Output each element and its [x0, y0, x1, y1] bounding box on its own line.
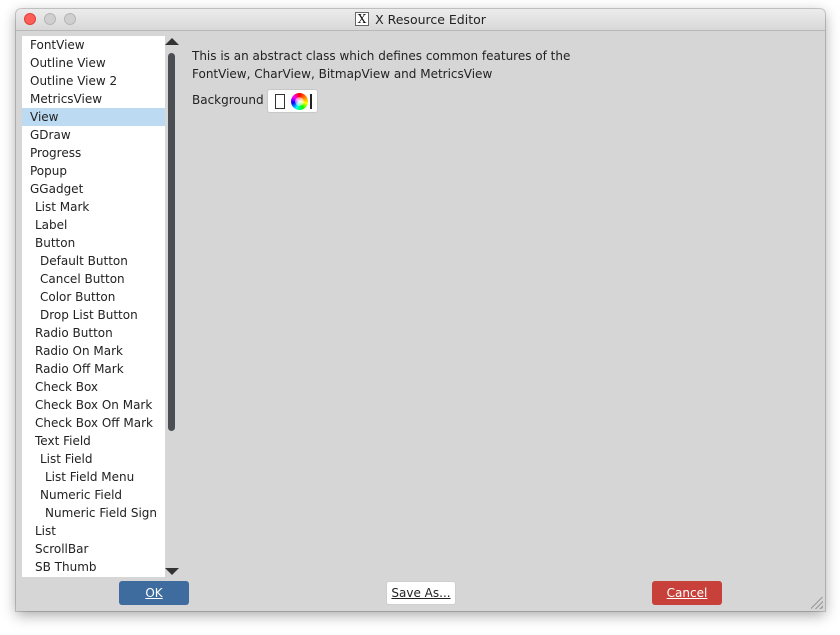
list-scrollbar[interactable] — [165, 36, 179, 577]
list-item[interactable]: SB Thumb — [22, 558, 165, 576]
list-item[interactable]: Radio Off Mark — [22, 360, 165, 378]
list-item[interactable]: Check Box On Mark — [22, 396, 165, 414]
list-item[interactable]: Drop List Button — [22, 306, 165, 324]
scroll-up-arrow-icon[interactable] — [165, 38, 179, 45]
resize-grip-icon[interactable] — [811, 597, 823, 609]
list-item[interactable]: Popup — [22, 162, 165, 180]
list-item[interactable]: Check Box Off Mark — [22, 414, 165, 432]
list-item[interactable]: Default Button — [22, 252, 165, 270]
class-description: This is an abstract class which defines … — [192, 47, 612, 83]
color-wheel-icon — [291, 93, 308, 110]
list-item[interactable]: Radio Button — [22, 324, 165, 342]
list-item[interactable]: Progress — [22, 144, 165, 162]
save-as-button[interactable]: Save As... — [386, 581, 456, 605]
list-item[interactable]: List Field — [22, 450, 165, 468]
description-line: FontView, CharView, BitmapView and Metri… — [192, 67, 493, 81]
list-item[interactable]: GGadget — [22, 180, 165, 198]
list-item[interactable]: Check Box — [22, 378, 165, 396]
cancel-button[interactable]: Cancel — [652, 581, 722, 605]
window-title: X X Resource Editor — [16, 12, 825, 28]
list-item[interactable]: MetricsView — [22, 90, 165, 108]
list-item[interactable]: Numeric Field Sign — [22, 504, 165, 522]
list-item[interactable]: Numeric Field — [22, 486, 165, 504]
list-item[interactable]: View — [22, 108, 165, 126]
scroll-down-arrow-icon[interactable] — [165, 568, 179, 575]
list-item[interactable]: Button — [22, 234, 165, 252]
color-picker-bar-icon — [310, 94, 312, 109]
list-item[interactable]: Outline View 2 — [22, 72, 165, 90]
background-color-button[interactable] — [267, 89, 318, 113]
list-item[interactable]: ScrollBar — [22, 540, 165, 558]
background-label: Background — [192, 93, 264, 107]
list-item[interactable]: Radio On Mark — [22, 342, 165, 360]
x11-app-icon: X — [355, 12, 370, 26]
list-item[interactable]: List — [22, 522, 165, 540]
list-item[interactable]: GDraw — [22, 126, 165, 144]
list-item[interactable]: List Mark — [22, 198, 165, 216]
list-item[interactable]: Cancel Button — [22, 270, 165, 288]
title-bar[interactable]: X X Resource Editor — [16, 9, 825, 31]
scroll-thumb[interactable] — [168, 53, 175, 431]
description-line: This is an abstract class which defines … — [192, 49, 571, 63]
list-item[interactable]: FontView — [22, 36, 165, 54]
resource-class-list[interactable]: FontView Outline View Outline View 2 Metric… — [22, 36, 165, 577]
list-item[interactable]: Color Button — [22, 288, 165, 306]
list-item[interactable]: List Field Menu — [22, 468, 165, 486]
window-title-text: X Resource Editor — [375, 12, 486, 27]
list-item[interactable]: Text Field — [22, 432, 165, 450]
list-item[interactable]: Outline View — [22, 54, 165, 72]
color-swatch — [275, 94, 285, 109]
ok-button[interactable]: OK — [119, 581, 189, 605]
resource-editor-window: XX Resource Editor FontView Outline View O… — [16, 9, 825, 611]
list-item[interactable]: Label — [22, 216, 165, 234]
